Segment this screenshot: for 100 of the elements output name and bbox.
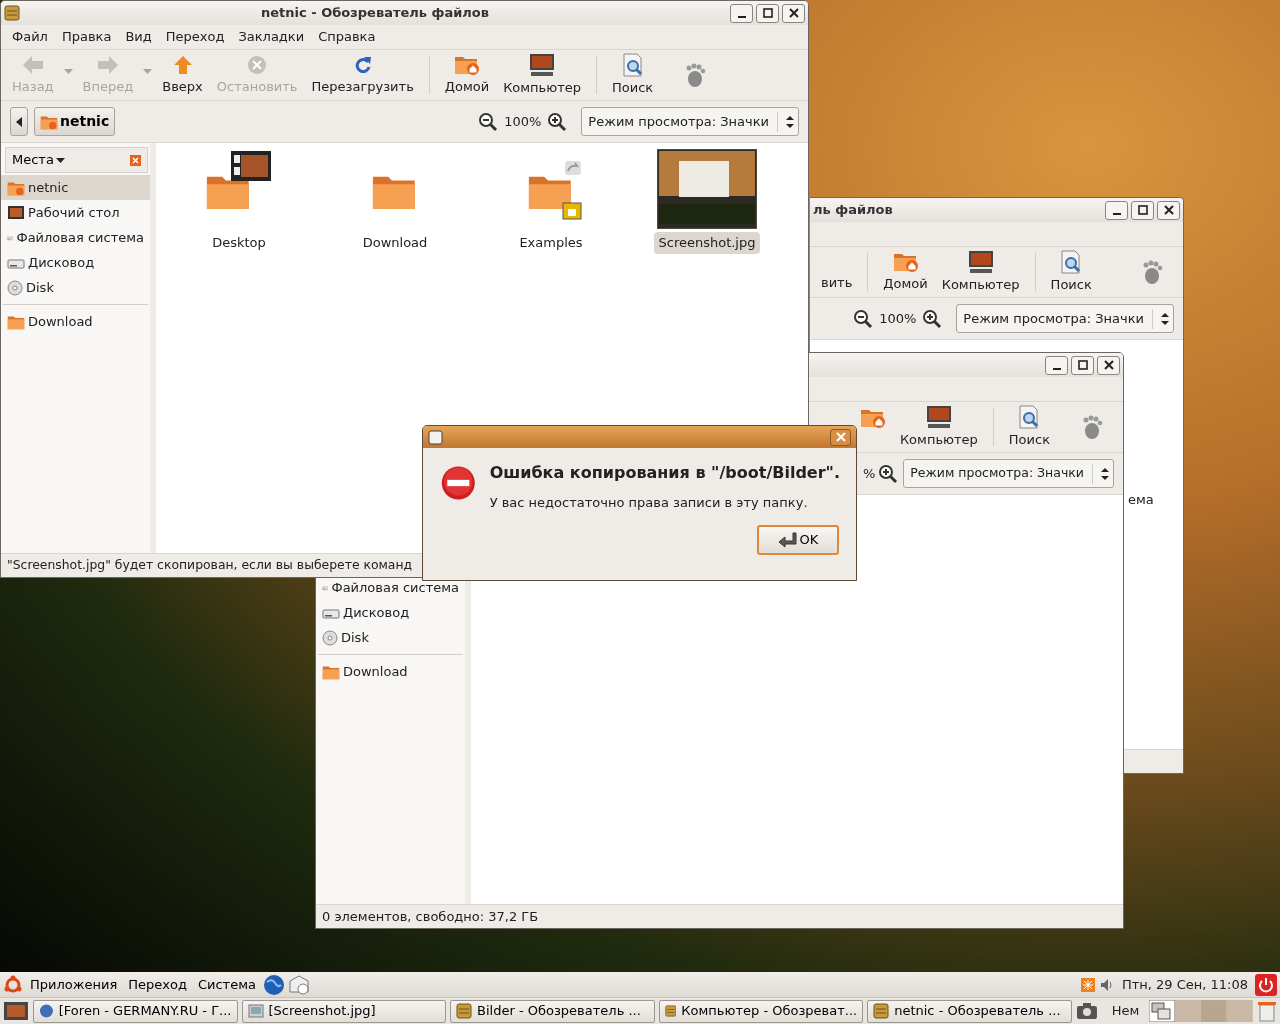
sidebar-item[interactable]: Файловая система: [316, 575, 465, 600]
disc-icon: [7, 279, 23, 296]
taskbar-button[interactable]: [Screenshot.jpg]: [241, 999, 447, 1023]
caret-icon: [16, 116, 22, 127]
places-menu-button[interactable]: Места: [12, 150, 65, 170]
taskbar-button[interactable]: netnic - Обозреватель ...: [867, 999, 1072, 1023]
toolbar-button[interactable]: Вверх: [155, 51, 210, 99]
image-icon: [247, 1003, 264, 1019]
error-message: У вас недостаточно права записи в эту папку.: [489, 494, 809, 512]
menu-item[interactable]: Переход: [158, 25, 232, 49]
toolbar-button[interactable]: Домой: [437, 51, 497, 99]
taskbar-button[interactable]: [Foren - GERMANY.RU - Г...: [32, 999, 238, 1023]
zoom-level: 100%: [504, 112, 542, 131]
toolbar-button[interactable]: Поиск: [1001, 402, 1057, 452]
file-item[interactable]: Download: [317, 147, 473, 254]
toolbar-button[interactable]: Компьютер: [892, 402, 985, 452]
spinner-arrows-icon: [1101, 467, 1109, 480]
update-icon: [1079, 976, 1096, 993]
maximize-icon: [1137, 205, 1148, 215]
close-button[interactable]: [1097, 355, 1120, 375]
close-icon: [788, 8, 799, 18]
close-icon: [130, 154, 141, 166]
sidebar-item[interactable]: Disk: [316, 625, 465, 650]
status-text: 0 элементов, свободно: 37,2 ГБ: [322, 907, 539, 926]
maximize-button[interactable]: [1071, 355, 1094, 375]
search-icon: [1060, 249, 1083, 274]
zoom-level: %: [862, 464, 876, 483]
menu-item[interactable]: Справка: [311, 25, 383, 49]
power-icon: [1255, 973, 1277, 996]
minimize-icon: [1052, 367, 1061, 370]
menu-item[interactable]: Файл: [5, 25, 55, 49]
minimize-button[interactable]: [1105, 200, 1128, 220]
maximize-button[interactable]: [756, 3, 779, 23]
zoom-level: 100%: [879, 309, 917, 328]
close-button[interactable]: [1157, 200, 1180, 220]
toolbar-button[interactable]: Поиск: [605, 50, 661, 100]
file-manager-icon: [873, 1003, 890, 1019]
file-item[interactable]: Desktop: [161, 147, 317, 254]
maximize-icon: [1077, 360, 1088, 370]
sidebar-item[interactable]: Disk: [1, 275, 150, 300]
status-text: "Screenshot.jpg" будет скопирован, если вы выберете команд: [7, 556, 413, 575]
view-mode-select[interactable]: Режим просмотра: Значки: [903, 459, 1114, 488]
taskbar-button[interactable]: Компьютер - Обозреват...: [658, 999, 864, 1023]
view-mode-select[interactable]: Режим просмотра: Значки: [581, 107, 799, 136]
minimize-icon: [737, 15, 746, 18]
panel-menu[interactable]: Переход: [124, 973, 191, 996]
trash-icon: [1257, 1000, 1277, 1022]
zoom-out-icon: [853, 308, 874, 329]
sidebar-item[interactable]: Файловая система: [1, 225, 150, 250]
zoom-out-icon: [478, 111, 499, 132]
sidebar-item[interactable]: Download: [1, 309, 150, 334]
file-item[interactable]: Screenshot.jpg: [629, 147, 785, 254]
spinner-arrows-icon: [786, 115, 794, 128]
caret-icon: [63, 69, 73, 75]
sidebar-item[interactable]: Рабочий стол: [1, 200, 150, 225]
ok-button[interactable]: OK: [757, 524, 839, 555]
path-button[interactable]: netnic: [34, 107, 116, 136]
computer-icon: [966, 249, 995, 274]
maximize-icon: [762, 8, 773, 18]
close-button[interactable]: [782, 3, 805, 23]
item-label: ема: [1128, 491, 1154, 509]
clock: Птн, 29 Сен, 11:08: [1120, 975, 1249, 994]
toolbar-button[interactable]: вить: [814, 271, 860, 295]
globe-icon: [262, 973, 285, 996]
sidebar-item[interactable]: Дисковод: [316, 600, 465, 625]
confirm-arrow-icon: [777, 531, 798, 548]
file-item[interactable]: Examples: [473, 147, 629, 254]
toolbar-button[interactable]: Перезагрузить: [304, 51, 421, 99]
window-title: netnic - Обозреватель файлов: [260, 4, 490, 23]
close-icon: [1163, 205, 1174, 215]
toolbar-button[interactable]: Компьютер: [496, 50, 589, 100]
file-manager-icon: [456, 1003, 473, 1019]
window-title: ль файлов: [813, 201, 894, 220]
menu-item[interactable]: Вид: [118, 25, 159, 49]
menu-item[interactable]: Закладки: [231, 25, 312, 49]
file-manager-icon: [664, 1003, 677, 1019]
sidebar-item[interactable]: Дисковод: [1, 250, 150, 275]
zoom-in-icon: [547, 111, 568, 132]
folder-icon: [322, 663, 340, 680]
toolbar-button[interactable]: Домой: [876, 248, 935, 296]
maximize-button[interactable]: [1131, 200, 1154, 220]
panel-menu[interactable]: Приложения: [26, 973, 122, 996]
minimize-button[interactable]: [1045, 355, 1068, 375]
taskbar-button[interactable]: Bilder - Обозреватель ...: [450, 999, 655, 1023]
back-button[interactable]: [10, 107, 28, 136]
close-icon: [1103, 360, 1114, 370]
menu-item[interactable]: Правка: [54, 25, 119, 49]
window-menu-icon: [428, 429, 443, 445]
minimize-button[interactable]: [730, 3, 753, 23]
computer-icon: [528, 52, 557, 77]
close-icon: [835, 432, 846, 442]
panel-menu[interactable]: Система: [193, 973, 260, 996]
disc-icon: [322, 629, 338, 646]
toolbar-button[interactable]: Поиск: [1043, 247, 1099, 297]
globe-icon: [38, 1003, 54, 1019]
search-icon: [1018, 404, 1041, 429]
sidebar-item[interactable]: Download: [316, 659, 465, 684]
sidebar-item[interactable]: netnic: [1, 175, 150, 200]
view-mode-select[interactable]: Режим просмотра: Значки: [956, 304, 1174, 333]
toolbar-button[interactable]: Компьютер: [934, 247, 1027, 297]
